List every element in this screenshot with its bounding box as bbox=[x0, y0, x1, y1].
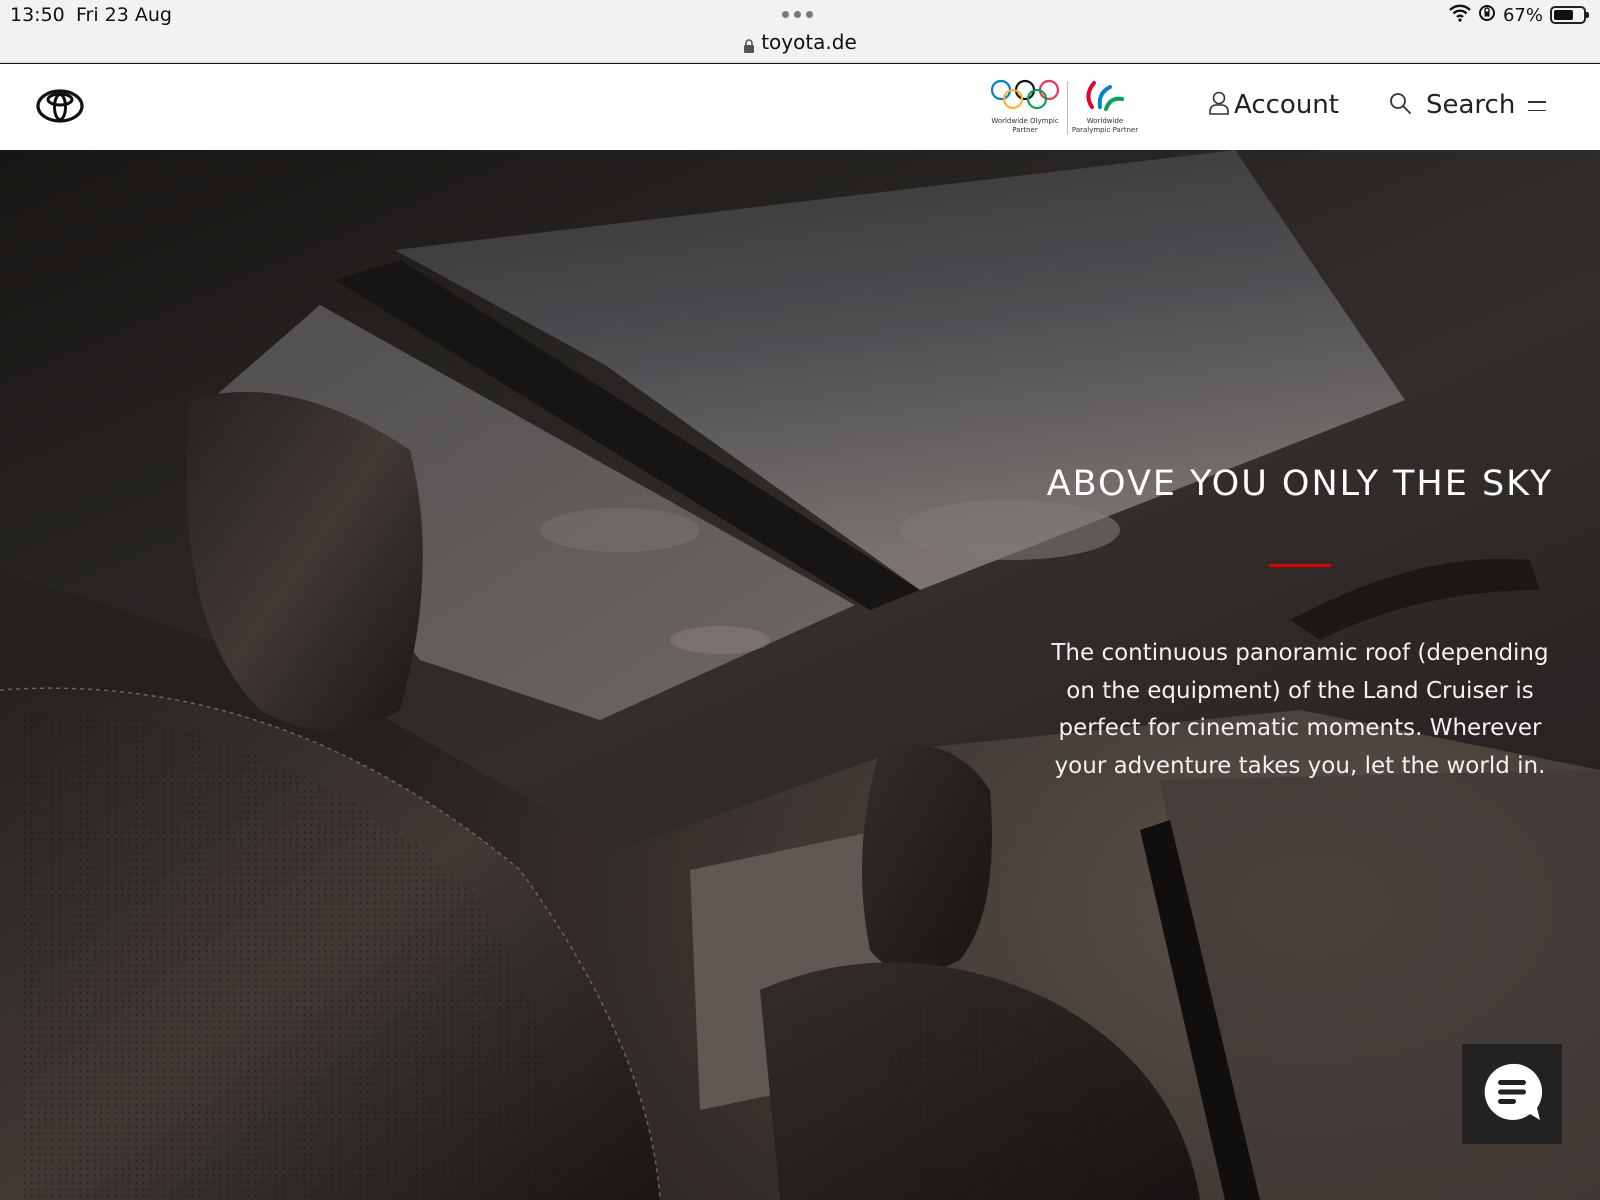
search-icon bbox=[1388, 91, 1412, 119]
person-icon bbox=[1208, 90, 1230, 120]
orientation-lock-icon bbox=[1478, 4, 1496, 26]
status-date: Fri 23 Aug bbox=[76, 4, 172, 26]
address-bar[interactable]: toyota.de bbox=[743, 30, 857, 54]
menu-icon[interactable] bbox=[1528, 101, 1546, 115]
hero-accent-rule bbox=[1269, 564, 1331, 567]
battery-level bbox=[1554, 10, 1573, 20]
olympic-caption: Worldwide Olympic Partner bbox=[991, 117, 1059, 134]
wifi-icon bbox=[1449, 4, 1471, 26]
status-bar: 13:50 Fri 23 Aug toyota.de 67% bbox=[0, 0, 1600, 63]
paralympic-agitos-icon bbox=[1086, 81, 1124, 111]
battery-icon bbox=[1550, 6, 1589, 24]
paralympic-caption: Worldwide Paralympic Partner bbox=[1071, 117, 1139, 134]
lock-icon bbox=[743, 35, 755, 53]
olympic-partner: Worldwide Olympic Partner bbox=[988, 77, 1062, 134]
status-time: 13:50 bbox=[10, 4, 65, 26]
url-text: toyota.de bbox=[761, 30, 857, 54]
hero-section: ABOVE YOU ONLY THE SKY The continuous pa… bbox=[0, 150, 1600, 1200]
olympic-rings-icon bbox=[990, 79, 1060, 110]
chat-button[interactable] bbox=[1462, 1044, 1562, 1144]
account-link[interactable]: Account bbox=[1208, 90, 1339, 120]
partner-logos[interactable]: Worldwide Olympic Partner Worldwide Para… bbox=[988, 77, 1138, 139]
chat-icon bbox=[1480, 1060, 1544, 1128]
hero-body: The continuous panoramic roof (depending… bbox=[1051, 640, 1549, 779]
search-link[interactable]: Search bbox=[1388, 90, 1515, 120]
hero-copy: ABOVE YOU ONLY THE SKY The continuous pa… bbox=[1040, 462, 1560, 785]
site-header: Worldwide Olympic Partner Worldwide Para… bbox=[0, 64, 1600, 150]
battery-percent: 67% bbox=[1502, 4, 1543, 26]
hero-title: ABOVE YOU ONLY THE SKY bbox=[1046, 464, 1554, 504]
search-label: Search bbox=[1426, 90, 1516, 120]
paralympic-partner: Worldwide Paralympic Partner bbox=[1070, 77, 1140, 134]
toyota-logo[interactable] bbox=[36, 88, 84, 128]
account-label: Account bbox=[1234, 90, 1339, 120]
multitasking-dots[interactable] bbox=[782, 11, 813, 18]
